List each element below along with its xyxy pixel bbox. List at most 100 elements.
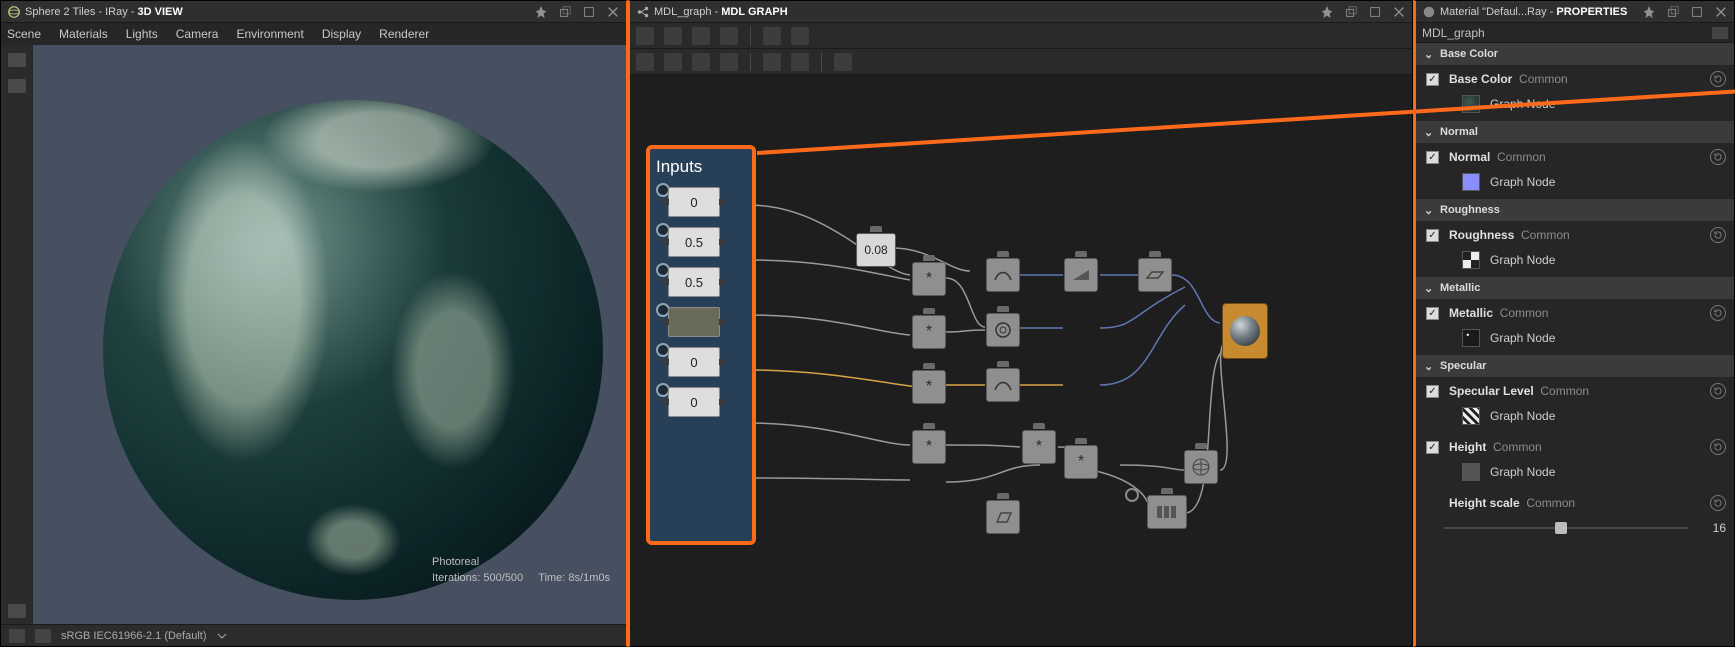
planet-render xyxy=(103,100,603,600)
multiply-node[interactable]: * xyxy=(1022,430,1056,464)
checkbox-metallic[interactable]: ✓ xyxy=(1426,307,1439,320)
frame-icon[interactable] xyxy=(636,27,654,45)
close-icon[interactable] xyxy=(606,5,620,19)
checkbox-basecolor[interactable]: ✓ xyxy=(1426,73,1439,86)
reset-icon[interactable] xyxy=(1710,383,1726,399)
maximize-icon[interactable] xyxy=(582,5,596,19)
pin-icon[interactable] xyxy=(1320,5,1334,19)
menu-scene[interactable]: Scene xyxy=(7,27,41,41)
circle-node[interactable] xyxy=(986,313,1020,347)
chevron-down-icon: ⌄ xyxy=(1424,282,1434,295)
monitor-icon[interactable] xyxy=(35,629,51,643)
section-header-roughness[interactable]: ⌄Roughness xyxy=(1416,199,1734,221)
chevron-down-icon[interactable] xyxy=(217,631,227,641)
reset-icon[interactable] xyxy=(1710,305,1726,321)
light-icon[interactable] xyxy=(8,79,26,93)
bolt-icon[interactable] xyxy=(720,53,738,71)
prop-subrow-normal[interactable]: Graph Node xyxy=(1416,171,1734,199)
reset-icon[interactable] xyxy=(1710,439,1726,455)
menu-renderer[interactable]: Renderer xyxy=(379,27,429,41)
pin-icon[interactable] xyxy=(1642,5,1656,19)
reset-icon[interactable] xyxy=(1710,71,1726,87)
prop-subrow-height[interactable]: Graph Node xyxy=(1416,461,1734,489)
globe-node[interactable] xyxy=(1184,450,1218,484)
checkbox-speclevel[interactable]: ✓ xyxy=(1426,385,1439,398)
snapshot-icon[interactable] xyxy=(692,27,710,45)
checkbox-normal[interactable]: ✓ xyxy=(1426,151,1439,164)
input-color-3[interactable] xyxy=(668,307,720,337)
maximize-icon[interactable] xyxy=(1690,5,1704,19)
parallelogram-node[interactable] xyxy=(986,500,1020,534)
link-icon[interactable] xyxy=(763,27,781,45)
section-header-metallic[interactable]: ⌄Metallic xyxy=(1416,277,1734,299)
menu-environment[interactable]: Environment xyxy=(236,27,303,41)
heightscale-slider[interactable] xyxy=(1444,524,1688,532)
close-icon[interactable] xyxy=(1392,5,1406,19)
reset-icon[interactable] xyxy=(1710,495,1726,511)
prop-subrow-metallic[interactable]: Graph Node xyxy=(1416,327,1734,355)
hierarchy-icon[interactable] xyxy=(834,53,852,71)
prop-subrow-speclevel[interactable]: Graph Node xyxy=(1416,405,1734,433)
graph-toolbar-bottom xyxy=(630,49,1412,75)
section-header-basecolor[interactable]: ⌄Base Color xyxy=(1416,43,1734,65)
material-output-node[interactable] xyxy=(1222,303,1268,359)
comment-icon[interactable] xyxy=(636,53,654,71)
maximize-icon[interactable] xyxy=(1368,5,1382,19)
checkbox-roughness[interactable]: ✓ xyxy=(1426,229,1439,242)
pin2-icon[interactable] xyxy=(664,53,682,71)
restore-icon[interactable] xyxy=(1344,5,1358,19)
menu-materials[interactable]: Materials xyxy=(59,27,108,41)
reset-icon[interactable] xyxy=(1710,227,1726,243)
info-icon[interactable] xyxy=(720,27,738,45)
menu-camera[interactable]: Camera xyxy=(176,27,219,41)
section-header-specular[interactable]: ⌄Specular xyxy=(1416,355,1734,377)
multiply-node[interactable]: * xyxy=(912,262,946,296)
const-node[interactable]: 0.08 xyxy=(856,233,896,267)
section-header-normal[interactable]: ⌄Normal xyxy=(1416,121,1734,143)
ramp-node[interactable] xyxy=(1064,258,1098,292)
viewport-stats: Photoreal Iterations: 500/500 Time: 8s/1… xyxy=(432,552,610,584)
multiply-node[interactable]: * xyxy=(912,370,946,404)
distribute-icon[interactable] xyxy=(791,53,809,71)
properties-sub-label[interactable]: MDL_graph xyxy=(1422,26,1485,40)
bars-node[interactable] xyxy=(1147,495,1187,529)
align-icon[interactable] xyxy=(763,53,781,71)
heightscale-value[interactable]: 16 xyxy=(1698,521,1726,535)
pin-icon[interactable] xyxy=(534,5,548,19)
inputs-title: Inputs xyxy=(656,157,746,177)
restore-icon[interactable] xyxy=(1666,5,1680,19)
reset-icon[interactable] xyxy=(1710,149,1726,165)
inputs-group[interactable]: Inputs 0 0.5 0.5 0 0 xyxy=(646,145,756,545)
camera-icon[interactable] xyxy=(8,53,26,67)
plane-node[interactable] xyxy=(1138,258,1172,292)
prop-subrow-roughness[interactable]: Graph Node xyxy=(1416,249,1734,277)
prop-row-roughness: ✓ Roughness Common xyxy=(1416,221,1734,249)
multiply-node[interactable]: * xyxy=(912,315,946,349)
move-icon[interactable] xyxy=(664,27,682,45)
stat-iterations: Iterations: 500/500 xyxy=(432,572,523,584)
menu-lights[interactable]: Lights xyxy=(126,27,158,41)
status-colorspace[interactable]: sRGB IEC61966-2.1 (Default) xyxy=(61,630,207,642)
layers-icon[interactable] xyxy=(9,629,25,643)
graph-canvas[interactable]: Inputs 0 0.5 0.5 0 0 0.08 * * * * * xyxy=(630,75,1412,646)
input-value-2[interactable]: 0.5 xyxy=(668,267,720,297)
hamburger-icon[interactable] xyxy=(1712,27,1728,39)
input-value-1[interactable]: 0.5 xyxy=(668,227,720,257)
curve-node[interactable] xyxy=(986,368,1020,402)
grid-icon[interactable] xyxy=(791,27,809,45)
close-icon[interactable] xyxy=(1714,5,1728,19)
port-icon[interactable] xyxy=(1125,488,1139,502)
menu-display[interactable]: Display xyxy=(322,27,361,41)
viewport-3d[interactable]: Photoreal Iterations: 500/500 Time: 8s/1… xyxy=(33,45,626,624)
input-value-5[interactable]: 0 xyxy=(668,387,720,417)
multiply-node[interactable]: * xyxy=(1064,445,1098,479)
gizmo-icon[interactable] xyxy=(8,604,26,618)
input-value-4[interactable]: 0 xyxy=(668,347,720,377)
input-value-0[interactable]: 0 xyxy=(668,187,720,217)
curve-node[interactable] xyxy=(986,258,1020,292)
multiply-node[interactable]: * xyxy=(912,430,946,464)
restore-icon[interactable] xyxy=(558,5,572,19)
checkbox-height[interactable]: ✓ xyxy=(1426,441,1439,454)
dot-icon[interactable] xyxy=(692,53,710,71)
panel-properties: Material "Defaul...Ray - PROPERTIES MDL_… xyxy=(1413,0,1735,647)
